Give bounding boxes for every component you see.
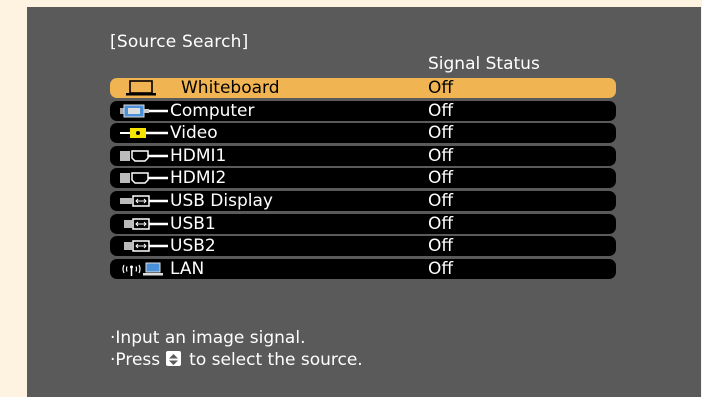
video-cable-icon: [120, 128, 168, 139]
source-label: HDMI1: [170, 145, 227, 166]
hint-select-text: to select the source.: [189, 350, 363, 370]
signal-status: Off: [428, 168, 454, 189]
computer-cable-icon: [120, 104, 168, 118]
signal-status: Off: [428, 236, 454, 257]
source-row-whiteboard[interactable]: Whiteboard Off: [110, 78, 616, 98]
usb-cable-icon: [124, 217, 168, 230]
wireless-lan-icon: [122, 262, 163, 276]
hint-select-source: ·Press to select the source.: [110, 349, 363, 371]
signal-status: Off: [428, 145, 454, 166]
up-down-arrow-icon: [166, 351, 182, 366]
source-label: USB1: [170, 213, 216, 234]
source-row-hdmi2[interactable]: HDMI2 Off: [110, 168, 616, 189]
source-list: Whiteboard Off Computer Off Video Off HD…: [110, 78, 616, 281]
help-hints: ·Input an image signal. ·Press to select …: [110, 327, 363, 371]
source-label: HDMI2: [170, 168, 227, 189]
hdmi-cable-icon: [120, 172, 168, 185]
source-label: USB2: [170, 236, 216, 257]
signal-status: Off: [428, 100, 454, 121]
hint-input-signal: ·Input an image signal.: [110, 328, 306, 348]
signal-status: Off: [428, 123, 454, 144]
source-label: Computer: [170, 100, 255, 121]
source-label: Video: [170, 123, 218, 144]
source-label: LAN: [170, 258, 205, 279]
source-row-usb1[interactable]: USB1 Off: [110, 213, 616, 234]
signal-status: Off: [428, 190, 454, 211]
signal-status: Off: [428, 78, 454, 98]
signal-status-header: Signal Status: [428, 54, 540, 74]
source-row-usb2[interactable]: USB2 Off: [110, 236, 616, 257]
whiteboard-icon: [126, 80, 156, 96]
menu-title: [Source Search]: [110, 32, 249, 52]
hint-press-text: ·Press: [110, 350, 161, 370]
source-label: Whiteboard: [181, 78, 280, 98]
source-row-lan[interactable]: LAN Off: [110, 258, 616, 279]
source-row-usb-display[interactable]: USB Display Off: [110, 190, 616, 211]
source-label: USB Display: [170, 190, 273, 211]
source-row-hdmi1[interactable]: HDMI1 Off: [110, 145, 616, 166]
signal-status: Off: [428, 213, 454, 234]
source-row-computer[interactable]: Computer Off: [110, 100, 616, 121]
usb-cable-icon: [120, 195, 168, 207]
projector-menu-screen: [Source Search] Signal Status Whiteboard…: [27, 7, 701, 397]
hdmi-cable-icon: [120, 150, 168, 162]
signal-status: Off: [428, 258, 454, 279]
usb-cable-icon: [124, 240, 168, 252]
source-row-video[interactable]: Video Off: [110, 123, 616, 144]
